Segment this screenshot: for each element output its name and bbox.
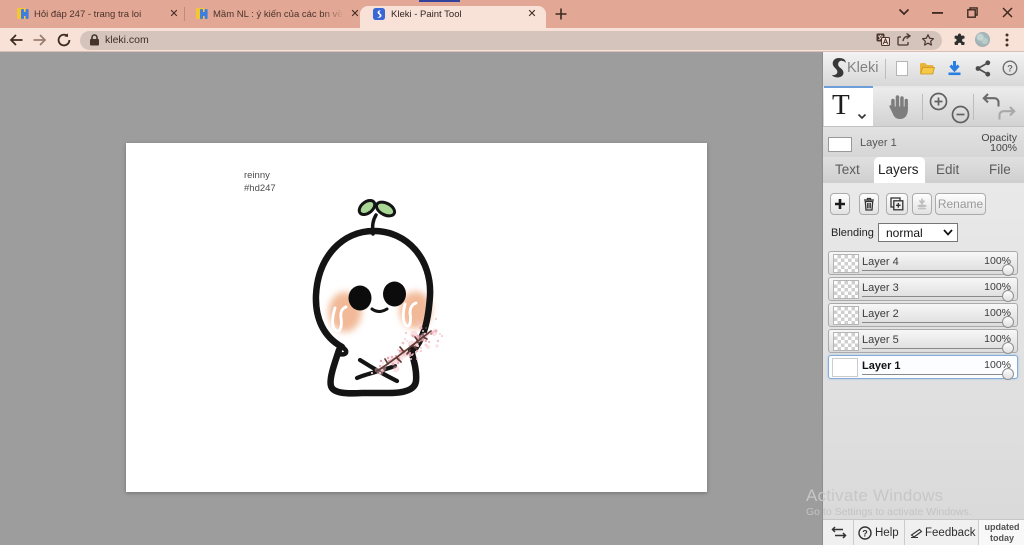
svg-text:?: ? [1007,64,1013,75]
svg-text:?: ? [862,528,868,538]
